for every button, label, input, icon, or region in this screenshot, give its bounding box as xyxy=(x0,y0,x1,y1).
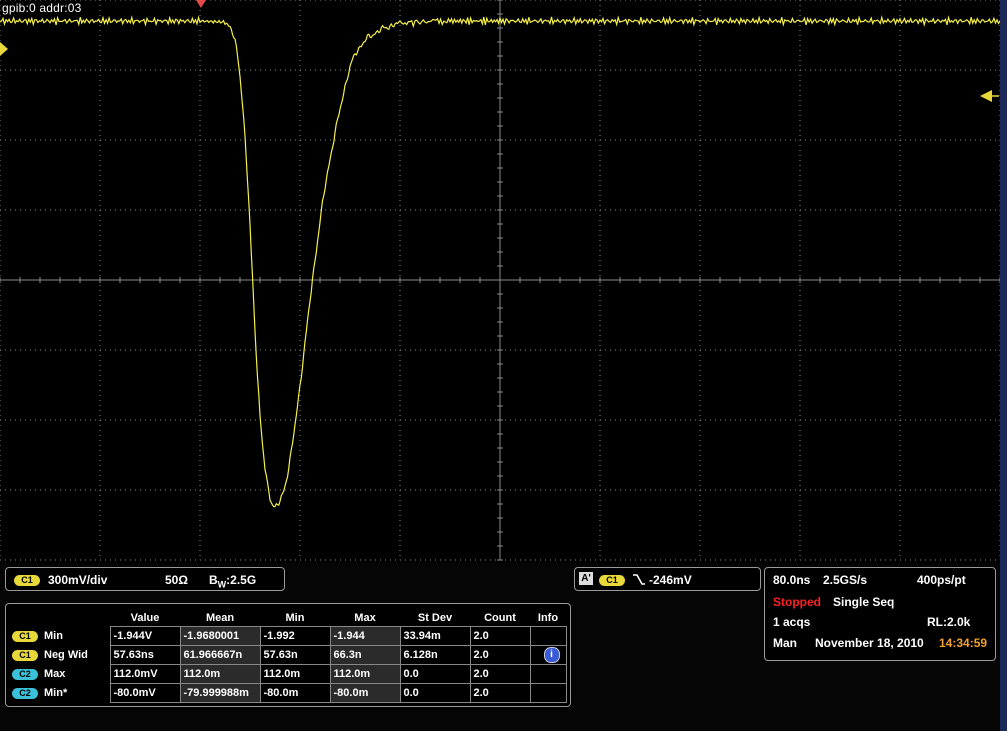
measurement-row-c2-max[interactable]: C2 Max 112.0mV 112.0m 112.0m 112.0m 0.0 2… xyxy=(12,664,567,684)
trigger-level: -246mV xyxy=(649,573,692,587)
measurement-table: Value Mean Min Max St Dev Count Info C1 M… xyxy=(12,610,567,703)
time-per-point: 400ps/pt xyxy=(917,573,966,587)
header-stdev: St Dev xyxy=(417,612,453,624)
measurement-value: -1.944V xyxy=(109,626,181,646)
acquisition-count: 1 acqs xyxy=(773,615,811,629)
graticule xyxy=(0,0,1000,561)
time: 14:34:59 xyxy=(939,636,988,650)
measurement-stdev: 0.0 xyxy=(399,683,471,703)
channel-1-ground-marker[interactable] xyxy=(0,42,8,56)
measurement-info xyxy=(529,683,567,703)
measurement-label: C2 Max xyxy=(12,665,110,684)
measurement-row-c1-neg-wid[interactable]: C1 Neg Wid 57.63ns 61.966667n 57.63n 66.3… xyxy=(12,645,567,665)
trigger-level-marker[interactable] xyxy=(980,90,992,102)
channel-badge: C1 xyxy=(12,649,38,661)
measurement-info xyxy=(529,664,567,684)
header-info: Info xyxy=(537,612,559,624)
sample-rate: 2.5GS/s xyxy=(823,573,868,587)
measurement-min: 112.0m xyxy=(259,664,331,684)
measurement-label: C1 Min xyxy=(12,627,110,646)
trigger-mode-badge: A' xyxy=(579,572,593,585)
channel-1-settings-panel[interactable]: C1 300mV/div 50Ω BW:2.5G xyxy=(5,567,285,591)
trigger-position-marker[interactable] xyxy=(196,0,206,8)
measurement-stdev: 0.0 xyxy=(399,664,471,684)
header-value: Value xyxy=(130,612,160,624)
channel-badge: C2 xyxy=(12,687,38,699)
channel-1-badge: C1 xyxy=(14,575,40,587)
measurement-count: 2.0 xyxy=(469,683,531,703)
measurement-value: 57.63ns xyxy=(109,645,181,665)
measurement-min: 57.63n xyxy=(259,645,331,665)
header-min: Min xyxy=(285,612,305,624)
measurement-row-c2-min[interactable]: C2 Min* -80.0mV -79.999988m -80.0m -80.0m… xyxy=(12,683,567,703)
trigger-settings-panel[interactable]: A' C1 -246mV xyxy=(574,567,761,591)
measurement-value: 112.0mV xyxy=(109,664,181,684)
bandwidth-limit: BW:2.5G xyxy=(209,573,257,590)
measurement-max: -80.0m xyxy=(329,683,401,703)
acquisition-state: Stopped xyxy=(773,595,821,609)
measurement-count: 2.0 xyxy=(469,664,531,684)
trigger-mode: Man xyxy=(773,636,797,650)
measurement-mean: 112.0m xyxy=(179,664,261,684)
measurement-count: 2.0 xyxy=(469,626,531,646)
measurement-max: 66.3n xyxy=(329,645,401,665)
measurement-row-c1-min[interactable]: C1 Min -1.944V -1.9680001 -1.992 -1.944 3… xyxy=(12,626,567,646)
right-scrollbar[interactable] xyxy=(1000,0,1007,731)
header-blank xyxy=(12,610,110,627)
measurement-label: C2 Min* xyxy=(12,684,110,703)
channel-badge: C2 xyxy=(12,668,38,680)
channel-badge: C1 xyxy=(12,630,38,642)
header-count: Count xyxy=(484,612,516,624)
measurement-stdev: 6.128n xyxy=(399,645,471,665)
measurement-mean: -1.9680001 xyxy=(179,626,261,646)
measurement-value: -80.0mV xyxy=(109,683,181,703)
waveform-display[interactable] xyxy=(0,0,1000,563)
measurement-stdev: 33.94m xyxy=(399,626,471,646)
acquisition-mode: Single Seq xyxy=(833,595,895,609)
record-length: RL:2.0k xyxy=(927,615,971,629)
measurement-min: -1.992 xyxy=(259,626,331,646)
date: November 18, 2010 xyxy=(815,636,924,650)
measurement-max: -1.944 xyxy=(329,626,401,646)
falling-edge-icon xyxy=(633,574,645,585)
acquisition-panel[interactable]: 80.0ns 2.5GS/s 400ps/pt Stopped Single S… xyxy=(764,567,996,661)
trigger-source-badge: C1 xyxy=(599,575,625,587)
header-max: Max xyxy=(354,612,376,624)
info-icon[interactable]: i xyxy=(543,647,560,663)
measurement-max: 112.0m xyxy=(329,664,401,684)
measurement-header-row: Value Mean Min Max St Dev Count Info xyxy=(12,610,566,627)
vertical-scale: 300mV/div xyxy=(48,573,108,587)
measurement-mean: 61.966667n xyxy=(179,645,261,665)
input-impedance: 50Ω xyxy=(165,573,188,587)
measurement-count: 2.0 xyxy=(469,645,531,665)
measurement-label: C1 Neg Wid xyxy=(12,646,110,665)
measurement-panel[interactable]: Value Mean Min Max St Dev Count Info C1 M… xyxy=(5,603,571,707)
measurement-info xyxy=(529,626,567,646)
measurement-mean: -79.999988m xyxy=(179,683,261,703)
timebase: 80.0ns xyxy=(773,573,811,587)
header-mean: Mean xyxy=(205,612,235,624)
measurement-info[interactable]: i xyxy=(529,645,567,665)
measurement-min: -80.0m xyxy=(259,683,331,703)
